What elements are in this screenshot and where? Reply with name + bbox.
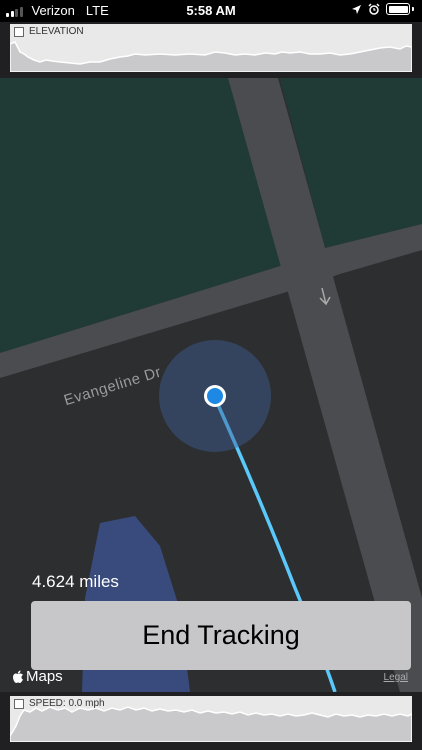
elevation-label: ELEVATION <box>29 26 84 37</box>
maps-brand: Maps <box>12 668 63 685</box>
legal-link[interactable]: Legal <box>384 672 408 683</box>
speed-panel: SPEED: 0.0 mph <box>0 692 422 750</box>
elevation-panel: ELEVATION <box>0 22 422 78</box>
elevation-graph: ELEVATION <box>10 24 412 72</box>
map-view[interactable]: Evangeline Dr <box>0 78 422 692</box>
speed-label: SPEED: 0.0 mph <box>29 698 105 709</box>
location-arrow-icon <box>352 4 361 14</box>
end-tracking-button[interactable]: End Tracking <box>31 601 411 670</box>
status-bar: Verizon LTE 5:58 AM <box>0 0 422 22</box>
speed-graph: SPEED: 0.0 mph <box>10 696 412 742</box>
speed-checkbox[interactable] <box>14 698 24 709</box>
maps-label: Maps <box>26 668 63 685</box>
alarm-icon <box>368 3 380 15</box>
location-dot[interactable] <box>207 388 223 404</box>
distance-label: 4.624 miles <box>32 572 119 591</box>
map-graphics <box>0 78 422 692</box>
elevation-checkbox[interactable] <box>14 26 24 37</box>
battery-icon <box>386 3 410 15</box>
apple-logo-icon <box>13 670 23 683</box>
